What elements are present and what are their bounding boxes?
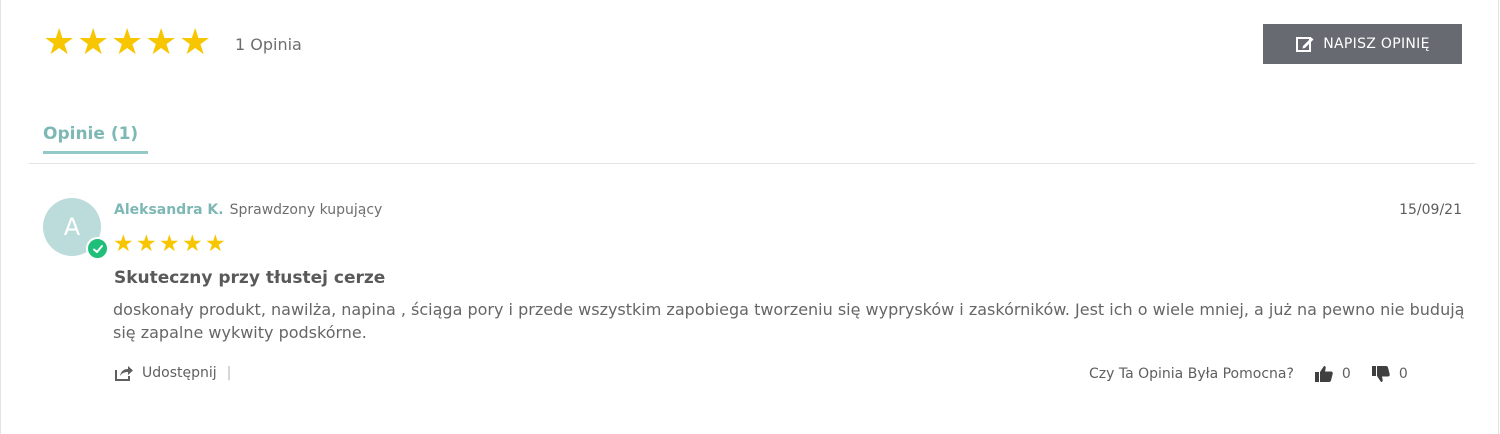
upvote-button[interactable]: 0 [1314, 364, 1351, 384]
review-stars: ★ ★ ★ ★ ★ [113, 232, 228, 256]
reviews-widget: ★ ★ ★ ★ ★ 1 Opinia NAPISZ OPINIĘ Opinie … [0, 0, 1499, 434]
edit-icon [1295, 34, 1315, 54]
divider: | [226, 365, 232, 381]
thumbs-down-icon [1371, 364, 1391, 384]
rating-summary: ★ ★ ★ ★ ★ 1 Opinia [43, 25, 302, 61]
star-icon: ★ [111, 22, 144, 63]
downvote-count: 0 [1398, 366, 1408, 382]
star-icon: ★ [43, 22, 76, 63]
share-icon [114, 364, 134, 382]
star-icon: ★ [145, 22, 178, 63]
star-icon: ★ [179, 22, 212, 63]
author-line: Aleksandra K. Sprawdzony kupujący [114, 202, 382, 218]
tab-bar: Opinie (1) [29, 120, 1475, 164]
tab-reviews[interactable]: Opinie (1) [43, 120, 148, 154]
share-label: Udostępnij [142, 365, 217, 381]
star-icon: ★ [159, 231, 180, 257]
author-name: Aleksandra K. [114, 202, 224, 218]
helpful-section: Czy Ta Opinia Była Pomocna? 0 0 [1089, 364, 1408, 384]
star-icon: ★ [182, 231, 203, 257]
upvote-count: 0 [1341, 366, 1351, 382]
review-title: Skuteczny przy tłustej cerze [114, 268, 386, 288]
review-count: 1 Opinia [235, 34, 302, 54]
star-icon: ★ [205, 231, 226, 257]
write-review-button[interactable]: NAPISZ OPINIĘ [1263, 24, 1462, 64]
downvote-button[interactable]: 0 [1371, 364, 1408, 384]
helpful-question: Czy Ta Opinia Była Pomocna? [1089, 366, 1294, 382]
check-icon [86, 237, 109, 260]
review-body: doskonały produkt, nawilża, napina , ści… [113, 300, 1465, 342]
write-review-label: NAPISZ OPINIĘ [1323, 36, 1430, 52]
review-date: 15/09/21 [1399, 202, 1462, 218]
thumbs-up-icon [1314, 364, 1334, 384]
summary-stars: ★ ★ ★ ★ ★ [43, 25, 213, 61]
star-icon: ★ [113, 231, 134, 257]
star-icon: ★ [136, 231, 157, 257]
verified-buyer-label: Sprawdzony kupujący [229, 202, 383, 218]
avatar-initial: A [63, 213, 81, 241]
star-icon: ★ [77, 22, 110, 63]
share-button[interactable]: Udostępnij | [114, 364, 231, 382]
